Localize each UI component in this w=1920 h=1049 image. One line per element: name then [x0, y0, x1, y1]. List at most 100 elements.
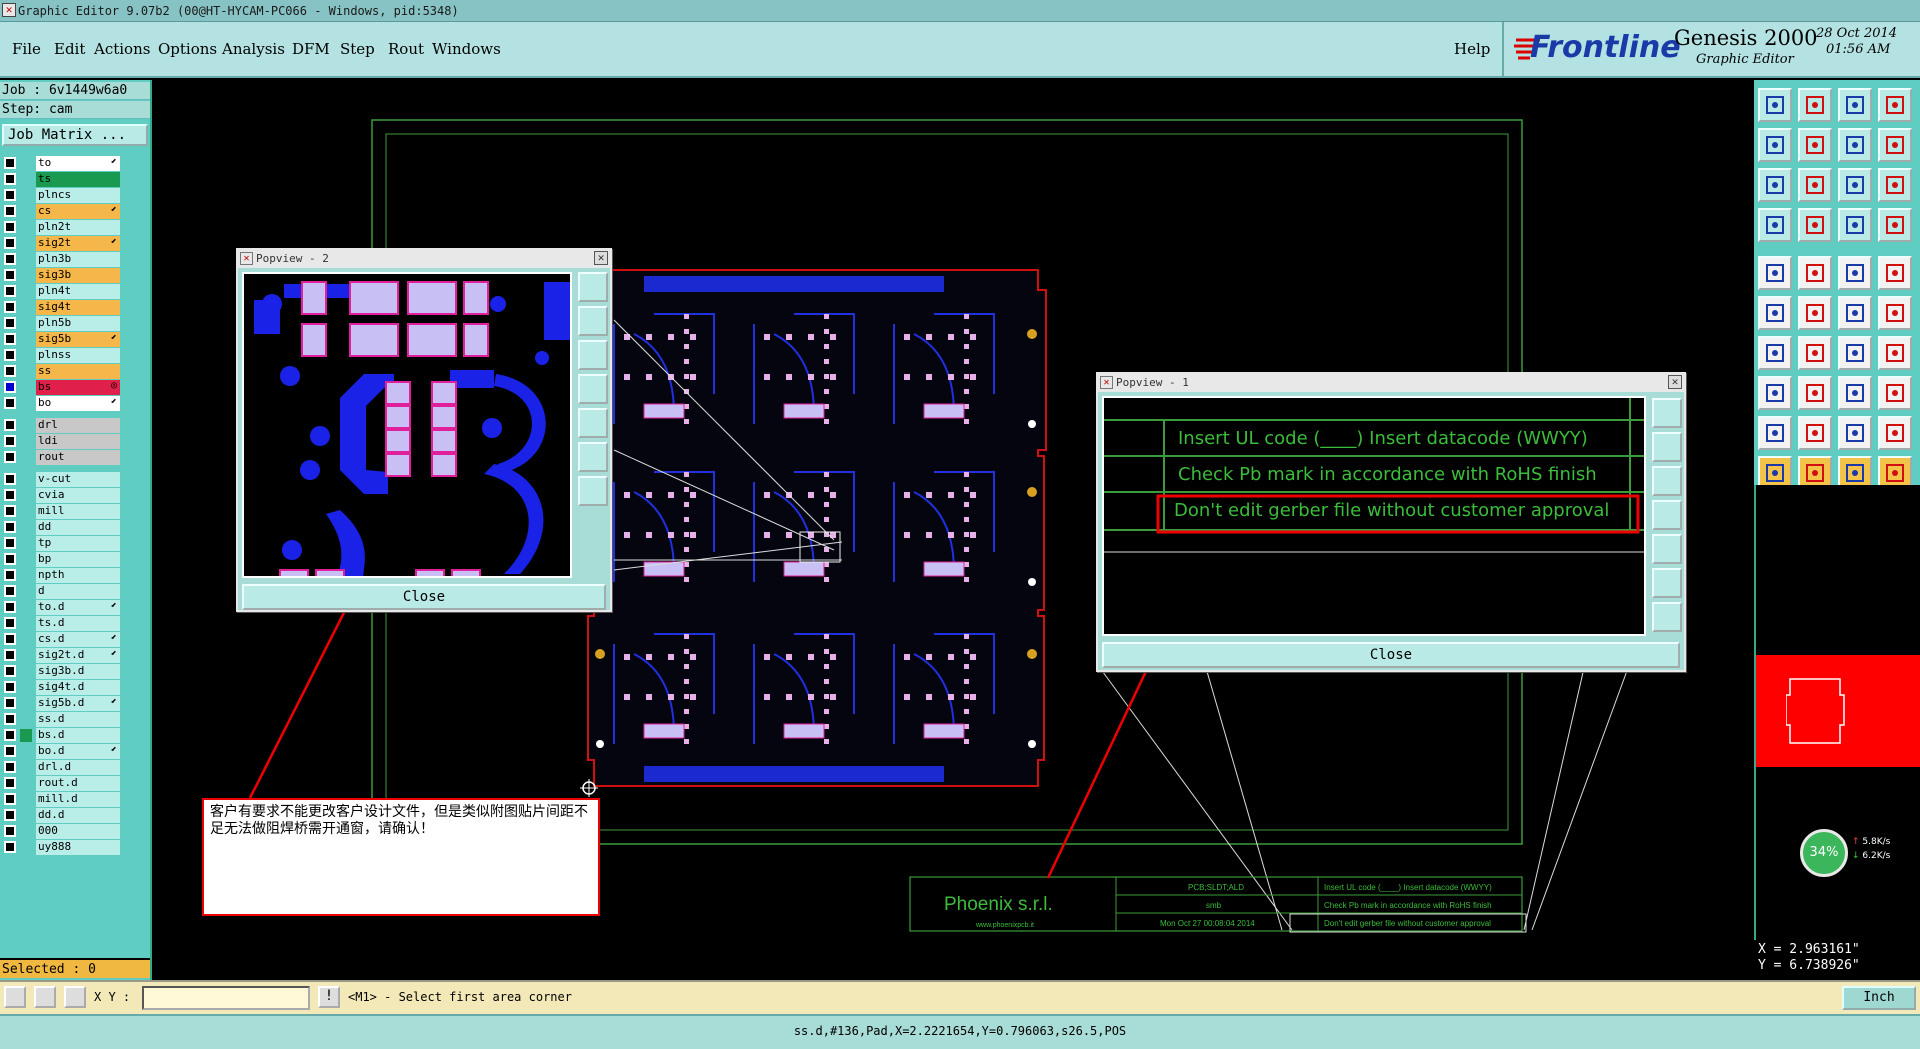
tool-paint-icon[interactable] [1758, 256, 1792, 290]
layer-name[interactable]: sig2t.d [36, 648, 120, 663]
layer-checkbox[interactable] [4, 419, 16, 431]
layer-row-cvia[interactable]: cvia [2, 488, 120, 503]
layer-row-mill[interactable]: mill [2, 504, 120, 519]
layer-name[interactable]: bo [36, 396, 120, 411]
popview-1-close-button[interactable]: Close [1102, 642, 1680, 668]
layer-name[interactable]: sig5b.d [36, 696, 120, 711]
layer-name[interactable]: pln2t [36, 220, 120, 235]
layer-name[interactable]: npth [36, 568, 120, 583]
layer-row-sig5b-d[interactable]: sig5b.d ⬋ [2, 696, 120, 711]
layer-row-to[interactable]: to ⬋ [2, 156, 120, 171]
layer-row-000[interactable]: 000 [2, 824, 120, 839]
tool-hatch-icon[interactable] [1838, 376, 1872, 410]
layer-name[interactable]: plncs [36, 188, 120, 203]
menu-help[interactable]: Help [1454, 40, 1490, 58]
tool-triangle-icon[interactable] [1758, 416, 1792, 450]
popview-1-close-icon[interactable]: ✕ [1668, 375, 1682, 389]
layer-name[interactable]: sig2t [36, 236, 120, 251]
layer-checkbox[interactable] [4, 253, 16, 265]
layer-checkbox[interactable] [4, 365, 16, 377]
tool-zoom-fit-icon[interactable] [1758, 168, 1792, 202]
layer-row-pln5b[interactable]: pln5b [2, 316, 120, 331]
layer-row-cs[interactable]: cs ⬋ [2, 204, 120, 219]
layer-name[interactable]: ss [36, 364, 120, 379]
layer-checkbox[interactable] [4, 633, 16, 645]
layer-name[interactable]: bs [36, 380, 120, 395]
layer-name[interactable]: rout [36, 450, 120, 465]
layer-name[interactable]: d [36, 584, 120, 599]
layer-row-dd-d[interactable]: dd.d [2, 808, 120, 823]
pan-down-button[interactable] [578, 340, 608, 370]
menu-windows[interactable]: Windows [432, 40, 501, 58]
tool-triangle-cut-icon[interactable] [1878, 416, 1912, 450]
layer-checkbox[interactable] [4, 205, 16, 217]
layer-row-pln2t[interactable]: pln2t [2, 220, 120, 235]
layer-row-pln3b[interactable]: pln3b [2, 252, 120, 267]
tool-center-icon[interactable] [1798, 168, 1832, 202]
tool-pad-icon[interactable] [1798, 208, 1832, 242]
layer-row-bo[interactable]: bo ⬋ [2, 396, 120, 411]
layer-checkbox[interactable] [4, 505, 16, 517]
layer-row-cs-d[interactable]: cs.d ⬋ [2, 632, 120, 647]
layer-row-sig3b-d[interactable]: sig3b.d [2, 664, 120, 679]
pan-right-button[interactable] [578, 408, 608, 438]
pan-up-button[interactable] [578, 306, 608, 336]
menu-rout[interactable]: Rout [388, 40, 424, 58]
layer-checkbox[interactable] [4, 585, 16, 597]
layer-checkbox[interactable] [4, 809, 16, 821]
layer-name[interactable]: mill.d [36, 792, 120, 807]
menu-actions[interactable]: Actions [94, 40, 150, 58]
layer-checkbox[interactable] [4, 173, 16, 185]
layer-checkbox[interactable] [4, 397, 16, 409]
layer-checkbox[interactable] [4, 237, 16, 249]
layer-name[interactable]: rout.d [36, 776, 120, 791]
layer-row-plncs[interactable]: plncs [2, 188, 120, 203]
layer-row-npth[interactable]: npth [2, 568, 120, 583]
alert-icon[interactable]: ! [318, 986, 340, 1008]
layer-checkbox[interactable] [4, 349, 16, 361]
menu-step[interactable]: Step [340, 40, 375, 58]
layer-row-plnss[interactable]: plnss [2, 348, 120, 363]
layer-name[interactable]: 000 [36, 824, 120, 839]
layer-name[interactable]: dd.d [36, 808, 120, 823]
zoom-out-button[interactable] [578, 476, 608, 506]
layer-name[interactable]: bp [36, 552, 120, 567]
layer-checkbox[interactable] [4, 221, 16, 233]
layer-row-sig3b[interactable]: sig3b [2, 268, 120, 283]
layer-row-bs[interactable]: bs ◎ [2, 380, 120, 395]
layer-checkbox[interactable] [4, 761, 16, 773]
tool-cross-icon[interactable] [1798, 296, 1832, 330]
layer-name[interactable]: cvia [36, 488, 120, 503]
layer-name[interactable]: bo.d [36, 744, 120, 759]
tool-polygon-icon[interactable] [1798, 256, 1832, 290]
layer-name[interactable]: ss.d [36, 712, 120, 727]
layer-checkbox[interactable] [4, 157, 16, 169]
layer-checkbox[interactable] [4, 745, 16, 757]
layer-checkbox[interactable] [4, 489, 16, 501]
popview-2-close-button[interactable]: Close [242, 584, 606, 610]
layer-name[interactable]: drl [36, 418, 120, 433]
layer-checkbox[interactable] [4, 269, 16, 281]
zoom-fit-button[interactable] [1652, 568, 1682, 598]
pan-down-button[interactable] [1652, 466, 1682, 496]
layer-name[interactable]: ts [36, 172, 120, 187]
layer-checkbox[interactable] [4, 521, 16, 533]
layer-checkbox[interactable] [4, 617, 16, 629]
tool-home-icon[interactable] [1838, 88, 1872, 122]
layer-name[interactable]: bs.d [36, 728, 120, 743]
layer-row-ss-d[interactable]: ss.d [2, 712, 120, 727]
tool-triangle-fill-icon[interactable] [1838, 416, 1872, 450]
layer-name[interactable]: tp [36, 536, 120, 551]
layer-row-ldi[interactable]: ldi [2, 434, 120, 449]
popview-2-viewport[interactable] [242, 272, 572, 578]
grid-icon[interactable] [64, 986, 86, 1008]
layer-row-mill-d[interactable]: mill.d [2, 792, 120, 807]
layer-row-ts[interactable]: ts [2, 172, 120, 187]
layer-checkbox[interactable] [4, 697, 16, 709]
layer-name[interactable]: sig5b [36, 332, 120, 347]
layer-row-drl[interactable]: drl [2, 418, 120, 433]
menu-edit[interactable]: Edit [54, 40, 85, 58]
layer-checkbox[interactable] [4, 333, 16, 345]
tool-diag-icon[interactable] [1798, 336, 1832, 370]
tool-line-icon[interactable] [1758, 336, 1792, 370]
